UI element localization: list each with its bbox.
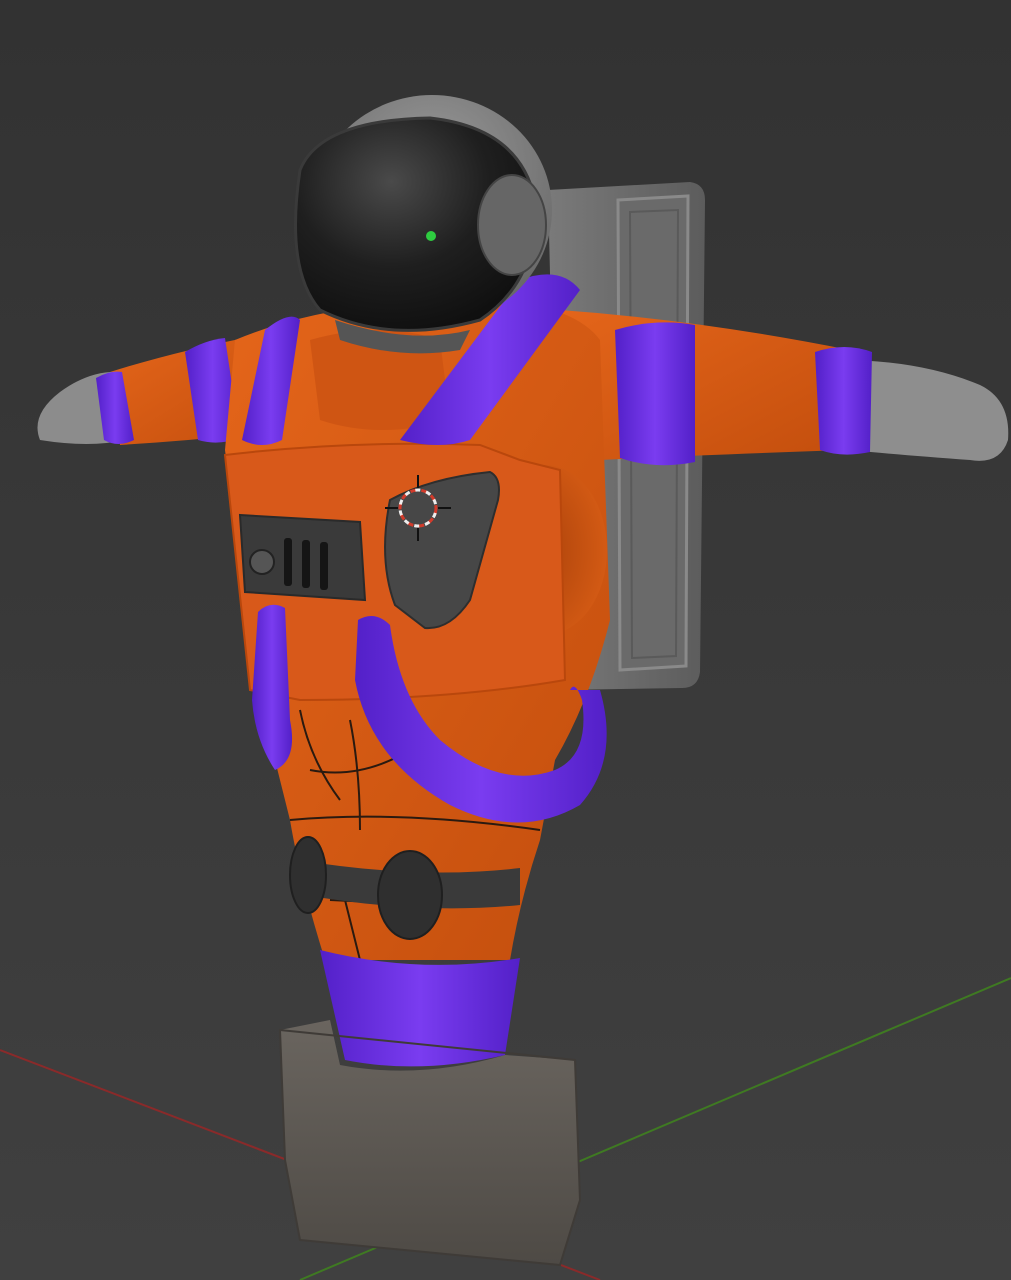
object-origin-icon[interactable]: [426, 231, 436, 241]
right-wrist-cuff: [815, 347, 872, 455]
viewport-scene[interactable]: [0, 0, 1011, 1280]
helmet-ear-disc: [477, 174, 547, 276]
chest-control-panel: [238, 513, 367, 602]
3d-viewport[interactable]: [0, 0, 1011, 1280]
leg-cuff: [320, 950, 520, 1067]
right-arm-band: [615, 322, 695, 466]
